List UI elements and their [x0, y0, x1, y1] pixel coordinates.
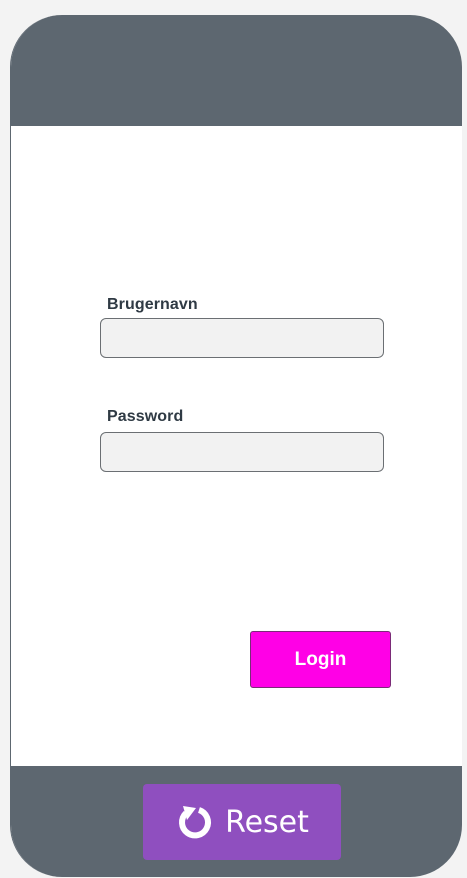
login-button-label: Login: [294, 648, 347, 670]
reset-label: Reset: [225, 804, 309, 840]
password-input[interactable]: [100, 432, 384, 472]
app-screen: Brugernavn Password Login Reset: [10, 15, 462, 877]
password-label: Password: [107, 408, 184, 425]
login-button[interactable]: Login: [250, 631, 391, 688]
reset-button[interactable]: Reset: [143, 784, 341, 860]
username-label: Brugernavn: [107, 296, 198, 313]
rotate-cw-icon: [175, 803, 213, 841]
username-input[interactable]: [100, 318, 384, 358]
header-bar: [11, 15, 462, 126]
